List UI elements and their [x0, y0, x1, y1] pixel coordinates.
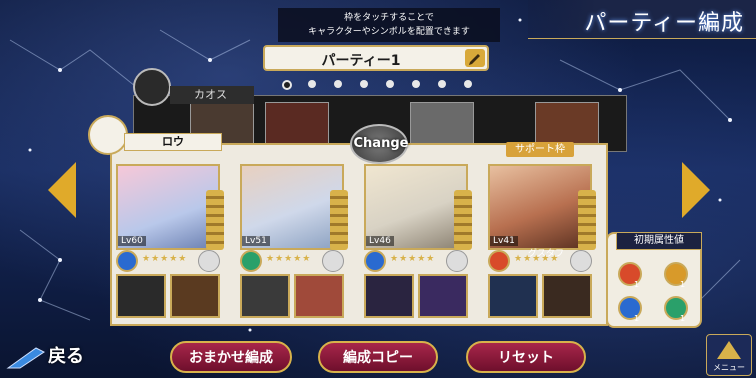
- support-slot-label: サポート枠: [506, 142, 574, 157]
- attribute-panel-title: 初期属性値: [616, 232, 702, 250]
- water-element-icon: [116, 250, 138, 272]
- instruction-box: 枠をタッチすることで キャラクターやシンボルを配置できます: [278, 8, 500, 42]
- symbol-slot[interactable]: [446, 250, 468, 272]
- menu-label: メニュー: [713, 363, 745, 372]
- fire-attribute-value: 1: [634, 280, 640, 289]
- equipment-slot[interactable]: [364, 274, 414, 318]
- pencil-icon: [469, 54, 480, 65]
- edit-name-button[interactable]: [465, 49, 485, 67]
- rarity-stars: ★★★★★: [514, 254, 560, 264]
- back-arrow-icon: [6, 347, 45, 369]
- page-title: パーティー編成: [584, 11, 744, 36]
- fire-element-icon: [488, 250, 510, 272]
- wind-attribute-value: 1: [680, 314, 686, 323]
- gold-stack-icon: [206, 190, 224, 250]
- back-label: 戻る: [48, 346, 84, 367]
- party-name-bar[interactable]: パーティー1: [263, 45, 489, 71]
- chaos-emblem-icon: [133, 68, 171, 106]
- page-dot[interactable]: [360, 80, 368, 88]
- instruction-line-1: 枠をタッチすることで: [344, 13, 434, 23]
- page-dot[interactable]: [464, 80, 472, 88]
- symbol-slot[interactable]: [570, 250, 592, 272]
- wind-element-icon: [240, 250, 262, 272]
- gold-stack-icon: [578, 190, 596, 250]
- rarity-stars: ★★★★★: [390, 254, 436, 264]
- symbol-slot[interactable]: [322, 250, 344, 272]
- instruction-line-2: キャラクターやシンボルを配置できます: [308, 27, 470, 37]
- support-character-slot[interactable]: [542, 274, 592, 318]
- character-level: Lv46: [366, 236, 394, 246]
- symbol-slot[interactable]: [198, 250, 220, 272]
- equipment-slot[interactable]: [240, 274, 290, 318]
- gold-stack-icon: [454, 190, 472, 250]
- rarity-stars: ★★★★★: [266, 254, 312, 264]
- earth-attribute-value: 1: [680, 280, 686, 289]
- support-character-slot[interactable]: [170, 274, 220, 318]
- page-dot-active[interactable]: [282, 80, 292, 90]
- character-level: Lv51: [242, 236, 270, 246]
- character-level: Lv41: [490, 236, 518, 246]
- change-label: Change: [353, 136, 409, 151]
- page-dot[interactable]: [334, 80, 342, 88]
- gold-stack-icon: [330, 190, 348, 250]
- character-card[interactable]: Lv41 グスタフ ★★★★★: [484, 160, 596, 320]
- character-level: Lv60: [118, 236, 146, 246]
- water-attribute-value: 1: [634, 314, 640, 323]
- character-card[interactable]: Lv60 ★★★★★: [112, 160, 224, 320]
- page-dot[interactable]: [308, 80, 316, 88]
- title-plate: パーティー編成: [528, 0, 756, 39]
- change-button[interactable]: Change: [350, 124, 408, 164]
- character-card[interactable]: Lv46 ★★★★★: [360, 160, 472, 320]
- party-name: パーティー1: [321, 53, 401, 69]
- reset-button[interactable]: リセット: [466, 341, 586, 373]
- rarity-stars: ★★★★★: [142, 254, 188, 264]
- auto-formation-button[interactable]: おまかせ編成: [170, 341, 292, 373]
- equipment-slot[interactable]: [116, 274, 166, 318]
- law-emblem-icon: [88, 115, 128, 155]
- copy-formation-button[interactable]: 編成コピー: [318, 341, 438, 373]
- law-tab[interactable]: ロウ: [124, 133, 222, 151]
- support-character-slot[interactable]: [294, 274, 344, 318]
- equipment-slot[interactable]: [488, 274, 538, 318]
- menu-icon: [717, 341, 741, 359]
- page-dot[interactable]: [386, 80, 394, 88]
- character-card[interactable]: Lv51 ★★★★★: [236, 160, 348, 320]
- next-party-arrow-icon[interactable]: [682, 162, 710, 218]
- chaos-tab[interactable]: カオス: [170, 86, 254, 104]
- menu-button[interactable]: メニュー: [706, 334, 752, 376]
- page-dot[interactable]: [438, 80, 446, 88]
- support-character-slot[interactable]: [418, 274, 468, 318]
- prev-party-arrow-icon[interactable]: [48, 162, 76, 218]
- page-dot[interactable]: [412, 80, 420, 88]
- water-element-icon: [364, 250, 386, 272]
- back-button[interactable]: 戻る: [6, 338, 100, 372]
